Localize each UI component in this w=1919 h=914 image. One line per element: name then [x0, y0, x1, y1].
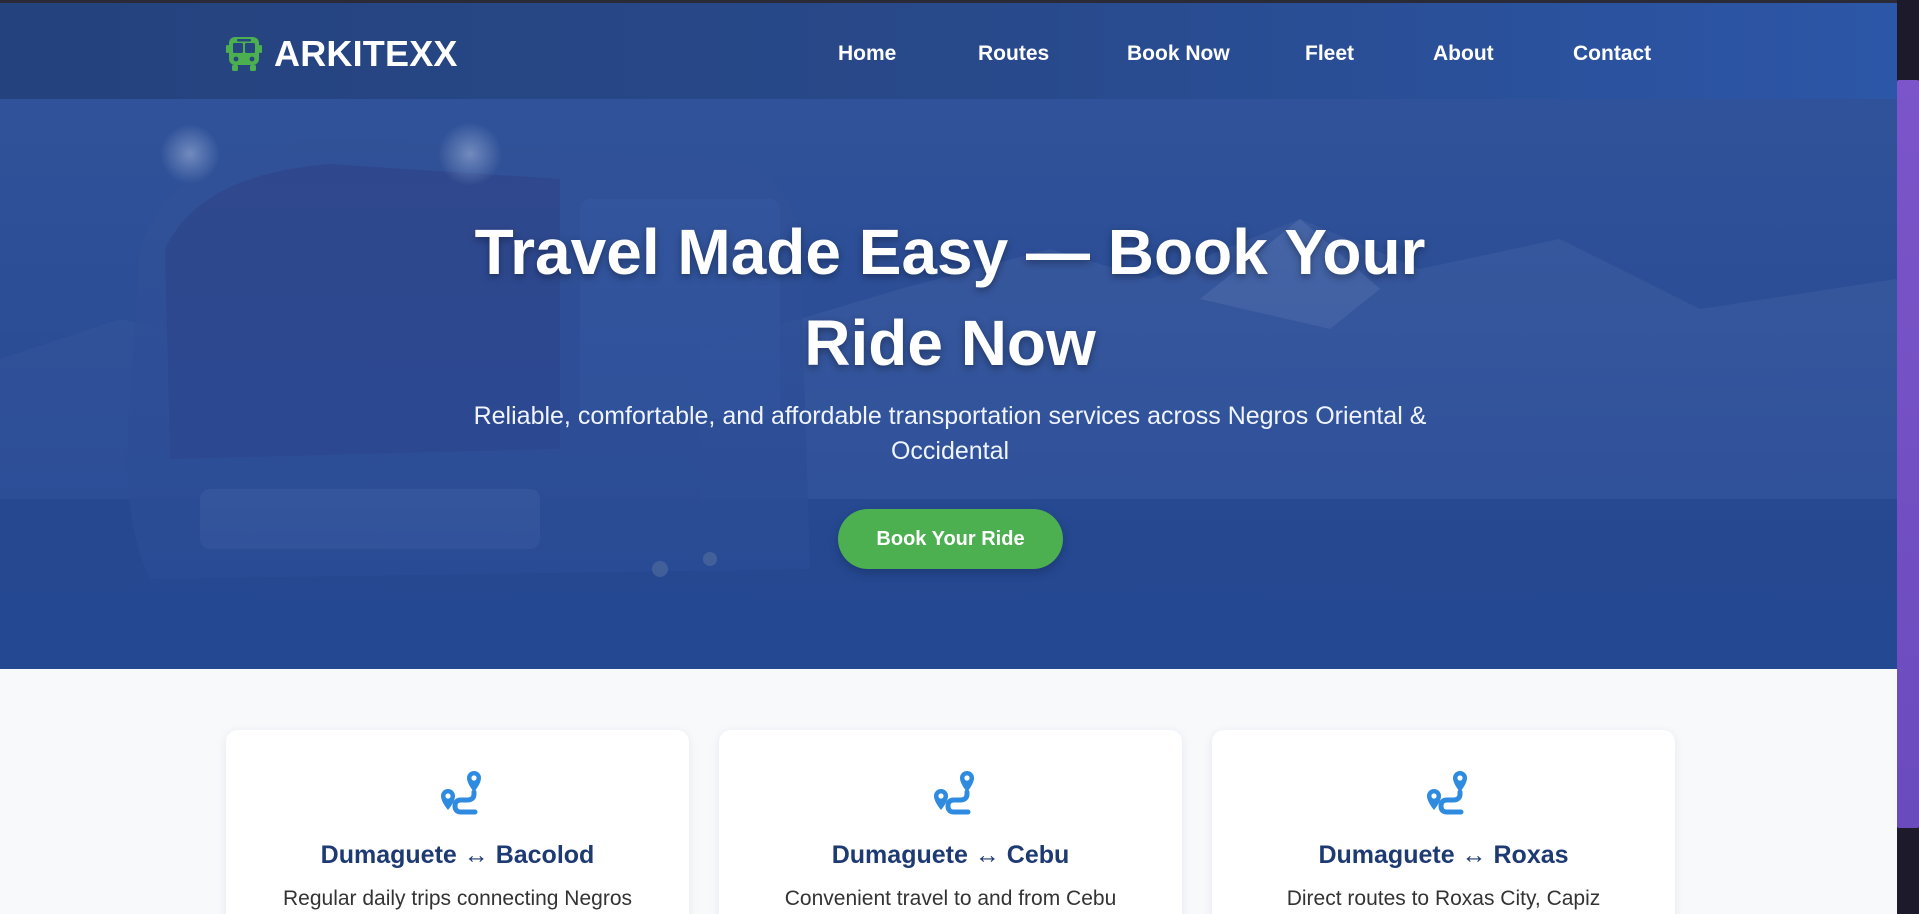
card-title: Dumaguete ↔ Cebu — [831, 841, 1070, 869]
nav-item-fleet[interactable]: Fleet — [1305, 42, 1354, 66]
nav-item-routes[interactable]: Routes — [978, 42, 1049, 66]
book-your-ride-button[interactable]: Book Your Ride — [838, 509, 1063, 569]
hero-subtitle: Reliable, comfortable, and affordable tr… — [473, 402, 1427, 465]
route-card[interactable]: Dumaguete ↔ Roxas Direct routes to Roxas… — [1212, 730, 1675, 914]
card-title: Dumaguete ↔ Roxas — [1318, 841, 1569, 869]
page: ARKITEXX Home Routes Book Now Fleet Abou… — [0, 0, 1897, 914]
card-description: Convenient travel to and from Cebu — [784, 887, 1117, 910]
nav-item-home[interactable]: Home — [838, 42, 896, 66]
nav-item-contact[interactable]: Contact — [1573, 42, 1651, 66]
card-description: Regular daily trips connecting Negros — [282, 887, 632, 910]
route-card[interactable]: Dumaguete ↔ Bacolod Regular daily trips … — [226, 730, 689, 914]
route-icon — [441, 771, 481, 815]
hero-title: Travel Made Easy — Book Your Ride Now — [474, 216, 1426, 379]
nav-item-book-now[interactable]: Book Now — [1127, 42, 1230, 66]
scrollbar-thumb[interactable] — [1897, 80, 1919, 828]
routes-section: Dumaguete ↔ Bacolod Regular daily trips … — [0, 669, 1897, 914]
site-header: ARKITEXX Home Routes Book Now Fleet Abou… — [0, 0, 1897, 99]
card-title: Dumaguete ↔ Bacolod — [320, 841, 595, 869]
route-card[interactable]: Dumaguete ↔ Cebu Convenient travel to an… — [719, 730, 1182, 914]
route-icon — [1427, 771, 1467, 815]
main-nav: Home Routes Book Now Fleet About Contact — [0, 42, 1897, 72]
hero-section: Travel Made Easy — Book Your Ride Now Re… — [0, 99, 1897, 669]
nav-item-about[interactable]: About — [1433, 42, 1494, 66]
card-description: Direct routes to Roxas City, Capiz — [1286, 887, 1601, 910]
route-icon — [934, 771, 974, 815]
